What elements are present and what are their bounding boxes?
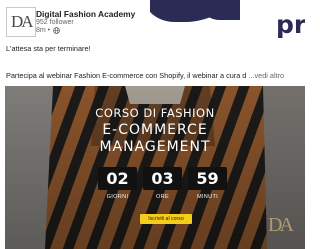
see-more-link[interactable]: ...vedi altro — [246, 71, 284, 80]
follower-count: 952 follower — [36, 19, 74, 26]
post-text-line2: Partecipa al webinar Fashion E-commerce … — [6, 71, 305, 80]
post-text-line1: L'attesa sta per terminare! — [6, 44, 91, 53]
post-time-text: 8m • — [36, 27, 51, 34]
countdown-hours-value: 03 — [143, 167, 182, 190]
post-image[interactable]: CORSO DI FASHION E-COMMERCE MANAGEMENT 0… — [5, 86, 305, 249]
company-name[interactable]: Digital Fashion Academy — [36, 9, 135, 19]
course-title-line2: E-COMMERCE — [102, 122, 208, 138]
countdown-days-value: 02 — [98, 167, 137, 190]
post-text-body: Partecipa al webinar Fashion E-commerce … — [6, 71, 247, 80]
countdown-minutes-label: MINUTI — [196, 194, 219, 200]
brand-watermark: DA — [268, 214, 294, 236]
globe-icon — [53, 27, 60, 34]
countdown-days-label: GIORNI — [106, 194, 129, 200]
course-title-line1: CORSO DI FASHION — [95, 106, 215, 120]
countdown-timer: 02 03 59 GIORNI ORE MINUTI — [98, 167, 227, 201]
countdown-minutes-value: 59 — [188, 167, 227, 190]
company-logo[interactable]: DA — [6, 7, 36, 37]
enroll-button[interactable]: Iscriviti al corso — [140, 214, 192, 224]
course-title-line3: MANAGEMENT — [99, 139, 211, 155]
post-time: 8m • — [36, 27, 60, 34]
logo-mark: DA — [11, 12, 34, 31]
countdown-hours-label: ORE — [155, 194, 170, 200]
